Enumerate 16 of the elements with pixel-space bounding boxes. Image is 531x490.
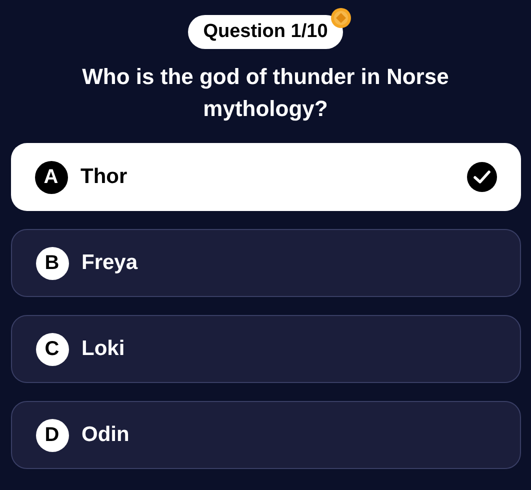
- coin-icon: [330, 8, 351, 28]
- answer-option[interactable]: D Odin: [10, 401, 520, 469]
- answer-option[interactable]: B Freya: [10, 229, 520, 297]
- answer-option[interactable]: A Thor: [10, 143, 520, 211]
- option-label: Freya: [82, 250, 139, 276]
- question-counter-badge: Question 1/10: [188, 15, 343, 49]
- option-letter: A: [34, 160, 68, 194]
- answer-option[interactable]: C Loki: [10, 315, 520, 383]
- option-letter: C: [36, 332, 68, 366]
- option-label: Odin: [82, 422, 130, 448]
- check-icon: [466, 162, 496, 192]
- option-label: Thor: [80, 164, 128, 190]
- option-letter: D: [36, 418, 68, 452]
- option-letter: B: [36, 246, 68, 280]
- option-label: Loki: [82, 336, 126, 362]
- question-text: Who is the god of thunder in Norse mythology?: [81, 63, 450, 123]
